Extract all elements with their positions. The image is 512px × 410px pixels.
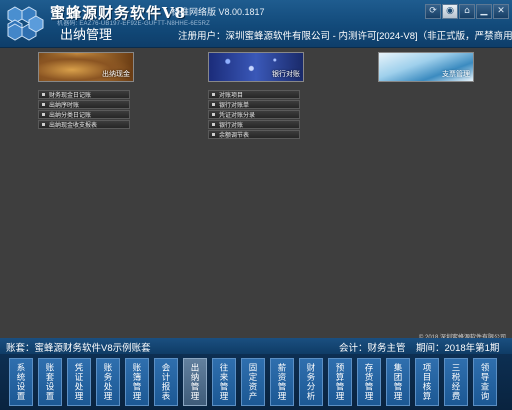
banner-label: 支票管理 [442,71,470,78]
bullet-icon [42,123,45,126]
registration-info: 注册用户：深圳蜜蜂源软件有限公司 - 内测许可[2024-V8]（非正式版，严禁… [178,31,512,42]
menu-item-bank-statement[interactable]: 银行对账单 [208,100,300,109]
banner-label: 出纳现金 [102,71,130,78]
group-cash: 出纳现金 财务现金日记账 出纳序时账 出纳分类日记账 出纳现金收支报表 [38,52,134,129]
nav-project[interactable]: 项目核算 [415,358,439,406]
bullet-icon [212,93,215,96]
eye-icon[interactable]: ◉ [442,4,458,19]
group-bank: 银行对账 对账项目 银行对账单 凭证对账分录 银行对账 余额调节表 [208,52,304,139]
menu-item-voucher-entries[interactable]: 凭证对账分录 [208,110,300,119]
accountant-label: 会计：财务主管 [339,343,406,354]
menu-item-sequence-ledger[interactable]: 出纳序时账 [38,100,130,109]
nav-accounting[interactable]: 账务处理 [96,358,120,406]
minimize-icon[interactable]: ▁ [476,4,492,19]
main-area: 出纳现金 财务现金日记账 出纳序时账 出纳分类日记账 出纳现金收支报表 银行对账… [0,48,512,341]
period-label: 期间：2018年第1期 [416,343,500,354]
bullet-icon [42,93,45,96]
cash-item-list: 财务现金日记账 出纳序时账 出纳分类日记账 出纳现金收支报表 [38,90,134,129]
window-controls: ⟳ ◉ ⌂ ▁ ✕ [425,4,509,19]
account-set-label: 账套：蜜蜂源财务软件V8示例账套 [6,343,151,354]
bullet-icon [212,113,215,116]
menu-item-cash-report[interactable]: 出纳现金收支报表 [38,120,130,129]
bank-banner[interactable]: 银行对账 [208,52,304,82]
network-icon[interactable]: ⌂ [459,4,475,19]
menu-item-cash-journal[interactable]: 财务现金日记账 [38,90,130,99]
nav-system-settings[interactable]: 系统设置 [9,358,33,406]
group-check: 支票管理 [378,52,474,82]
nav-budget[interactable]: 预算管理 [328,358,352,406]
nav-ledger[interactable]: 账簿管理 [125,358,149,406]
nav-cashier[interactable]: 出纳管理 [183,358,207,406]
nav-fees[interactable]: 三税经费 [444,358,468,406]
menu-item-category-journal[interactable]: 出纳分类日记账 [38,110,130,119]
bottom-nav: 系统设置 账套设置 凭证处理 账务处理 账簿管理 会计报表 出纳管理 往来管理 … [0,354,512,410]
app-header: 蜜蜂源财务软件V8 标准网络版 V8.00.1817 机器码: EAZ76-UB… [0,0,512,48]
nav-inventory[interactable]: 存货管理 [357,358,381,406]
refresh-icon[interactable]: ⟳ [425,4,441,19]
version-label: 标准网络版 V8.00.1817 [171,7,265,17]
bullet-icon [212,123,215,126]
bullet-icon [212,133,215,136]
banner-label: 银行对账 [272,71,300,78]
nav-analysis[interactable]: 财务分析 [299,358,323,406]
bullet-icon [42,103,45,106]
nav-account-settings[interactable]: 账套设置 [38,358,62,406]
cash-banner[interactable]: 出纳现金 [38,52,134,82]
status-bar: 账套：蜜蜂源财务软件V8示例账套 会计：财务主管 期间：2018年第1期 [0,338,512,354]
bullet-icon [212,103,215,106]
menu-item-bank-recon[interactable]: 银行对账 [208,120,300,129]
nav-group[interactable]: 集团管理 [386,358,410,406]
menu-item-balance-adjust[interactable]: 余额调节表 [208,130,300,139]
bullet-icon [42,113,45,116]
nav-receivables[interactable]: 往来管理 [212,358,236,406]
nav-voucher[interactable]: 凭证处理 [67,358,91,406]
module-title: 出纳管理 [60,27,113,42]
close-icon[interactable]: ✕ [493,4,509,19]
nav-fixed-assets[interactable]: 固定资产 [241,358,265,406]
nav-leader-query[interactable]: 领导查询 [473,358,497,406]
bank-item-list: 对账项目 银行对账单 凭证对账分录 银行对账 余额调节表 [208,90,304,139]
nav-payroll[interactable]: 薪资管理 [270,358,294,406]
check-banner[interactable]: 支票管理 [378,52,474,82]
menu-item-recon-project[interactable]: 对账项目 [208,90,300,99]
cube-logo-icon [7,6,44,41]
nav-reports[interactable]: 会计报表 [154,358,178,406]
